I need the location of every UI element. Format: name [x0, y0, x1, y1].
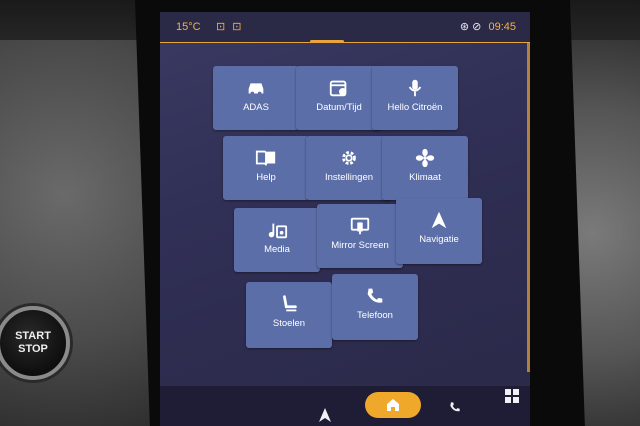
tile-label: Telefoon: [357, 310, 393, 321]
home-icon: [387, 399, 399, 411]
seat-heating-icon[interactable]: ⊡ ⊡: [216, 20, 244, 33]
mirror-screen-icon: [350, 217, 370, 235]
navigation-arrow-icon[interactable]: [318, 408, 332, 422]
tile-label: Klimaat: [409, 172, 441, 183]
tile-media[interactable]: Media: [234, 208, 320, 272]
tile-mirror-screen[interactable]: Mirror Screen: [317, 204, 403, 268]
stop-label: STOP: [18, 343, 48, 355]
infotainment-screen: 15°C ⊡ ⊡ ⊛ ⊘ 09:45 ADAS Datum/Tijd Hello…: [160, 12, 530, 426]
calendar-clock-icon: [329, 80, 347, 97]
fan-icon: [415, 148, 435, 168]
tile-label: ADAS: [243, 102, 269, 113]
tile-telefoon[interactable]: Telefoon: [332, 274, 418, 340]
tile-navigatie[interactable]: Navigatie: [396, 198, 482, 264]
book-icon: [255, 150, 276, 166]
home-button[interactable]: [365, 392, 421, 418]
phone-icon: [367, 288, 383, 303]
tile-stoelen[interactable]: Stoelen: [246, 282, 332, 348]
tile-adas[interactable]: ADAS: [213, 66, 299, 130]
tile-label: Help: [256, 172, 276, 183]
tile-label: Datum/Tijd: [316, 102, 362, 113]
microphone-icon: [408, 79, 422, 97]
seat-icon: [283, 295, 297, 312]
clock: 09:45: [488, 21, 516, 33]
tile-label: Hello Citroën: [387, 102, 443, 113]
tile-datum-tijd[interactable]: Datum/Tijd: [296, 66, 382, 130]
start-label: START: [15, 330, 51, 342]
active-page-indicator: [310, 40, 344, 43]
tile-klimaat[interactable]: Klimaat: [382, 136, 468, 200]
tile-help[interactable]: Help: [223, 136, 309, 200]
tile-hello-citroen[interactable]: Hello Citroën: [372, 66, 458, 130]
tile-instellingen[interactable]: Instellingen: [306, 136, 392, 200]
car-icon: [248, 83, 264, 96]
tile-label: Media: [264, 244, 290, 255]
navigation-arrow-icon: [431, 211, 447, 229]
tile-label: Navigatie: [419, 234, 459, 245]
tile-label: Stoelen: [272, 318, 306, 329]
screen-edge-light: [527, 42, 530, 372]
connectivity-icon: ⊛ ⊘: [459, 21, 482, 33]
tile-label: Instellingen: [324, 172, 374, 183]
tile-label: Mirror Screen: [331, 240, 389, 251]
phone-icon[interactable]: [448, 400, 462, 414]
bottom-nav-bar: [160, 386, 530, 426]
apps-grid-icon[interactable]: [504, 388, 520, 404]
status-right: ⊛ ⊘ 09:45: [460, 20, 516, 33]
outside-temperature: 15°C: [176, 21, 201, 33]
status-bar: 15°C ⊡ ⊡ ⊛ ⊘ 09:45: [160, 12, 530, 43]
music-icon: [268, 223, 288, 239]
gear-icon: [342, 151, 356, 165]
